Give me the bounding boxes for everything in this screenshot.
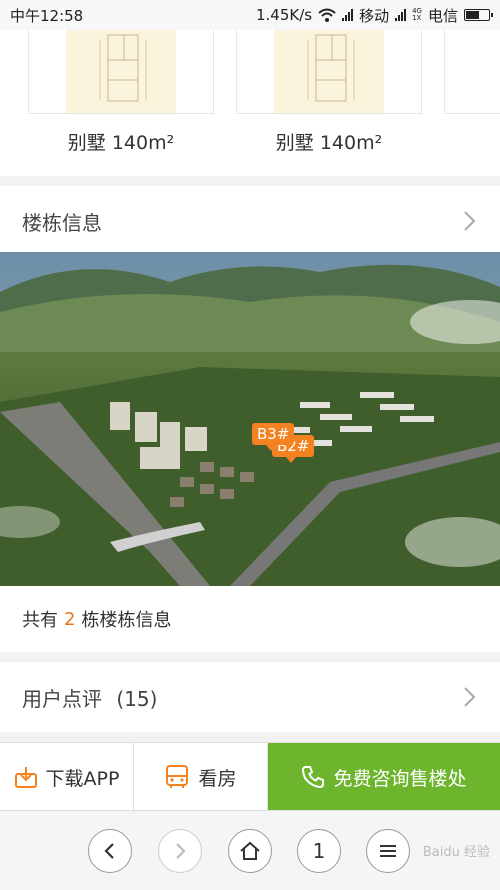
reviews-title-group: 用户点评 (15) [22, 683, 157, 712]
status-indicators: 1.45K/s 移动 4G 1X 电信 [255, 5, 493, 26]
home-icon [240, 841, 260, 860]
signal-icon [342, 9, 354, 21]
reviews-header[interactable]: 用户点评 (15) [0, 662, 500, 732]
view-house-button[interactable]: 看房 [134, 743, 268, 811]
view-label: 看房 [198, 767, 237, 790]
carrier-2: 电信 [427, 6, 458, 25]
free-consult-button[interactable]: 免费咨询售楼处 [268, 743, 500, 811]
building-count-row: 共有 2 栋楼栋信息 [0, 586, 500, 652]
floor-plan-label: 别墅 140m² [67, 132, 175, 154]
download-label: 下载APP [45, 767, 120, 790]
status-bar: 中午12:58 1.45K/s 移动 4G 1X 电信 [0, 0, 500, 30]
action-bar: 下载APP 看房 免费咨询售楼处 [0, 742, 500, 811]
count-prefix: 共有 [22, 610, 58, 631]
floor-plan-strip[interactable]: 别墅 140m² 别墅 140m² [0, 30, 500, 176]
network-badge-bottom: 1X [412, 14, 422, 22]
chevron-right-icon [176, 843, 186, 859]
floor-plan-thumbnail [444, 30, 500, 114]
floor-plan-card[interactable]: 别墅 140m² [28, 30, 214, 155]
floor-plan-thumbnail [236, 30, 422, 114]
count-suffix: 栋楼栋信息 [81, 610, 172, 631]
floor-plan-label: 别墅 140m² [275, 132, 383, 154]
building-count: 2 [64, 608, 76, 630]
browser-nav-bar: 1 Baidu 经验 [0, 810, 500, 890]
chevron-right-icon [464, 687, 476, 707]
building-info-title: 楼栋信息 [22, 210, 102, 235]
menu-icon [380, 845, 396, 857]
watermark: Baidu 经验 [422, 845, 490, 860]
building-tag-b3[interactable]: B3# [252, 423, 295, 451]
wifi-icon [318, 8, 336, 22]
status-time: 中午12:58 [10, 6, 84, 25]
consult-label: 免费咨询售楼处 [333, 767, 467, 790]
download-app-button[interactable]: 下载APP [0, 743, 134, 811]
signal-icon-2 [395, 9, 407, 21]
chevron-right-icon [464, 211, 476, 231]
floor-plan-card-partial[interactable] [444, 30, 500, 114]
home-button[interactable] [228, 829, 272, 873]
floor-plan-thumbnail [28, 30, 214, 114]
forward-button[interactable] [158, 829, 202, 873]
phone-icon [302, 766, 325, 789]
status-speed: 1.45K/s [255, 6, 313, 24]
chevron-left-icon [104, 843, 114, 859]
menu-button[interactable] [366, 829, 410, 873]
reviews-count: (15) [116, 686, 158, 711]
building-info-header[interactable]: 楼栋信息 [0, 186, 500, 256]
back-button[interactable] [88, 829, 132, 873]
battery-icon [464, 9, 493, 21]
reviews-title: 用户点评 [22, 686, 102, 711]
tab-count: 1 [312, 839, 326, 863]
floor-plan-card[interactable]: 别墅 140m² [236, 30, 422, 155]
carrier-1: 移动 [359, 6, 390, 25]
bus-icon [166, 765, 189, 788]
network-badge: 4G 1X [412, 8, 422, 22]
aerial-site-image[interactable]: B2# B3# [0, 252, 500, 586]
download-icon [14, 767, 37, 788]
tabs-button[interactable]: 1 [297, 829, 341, 873]
